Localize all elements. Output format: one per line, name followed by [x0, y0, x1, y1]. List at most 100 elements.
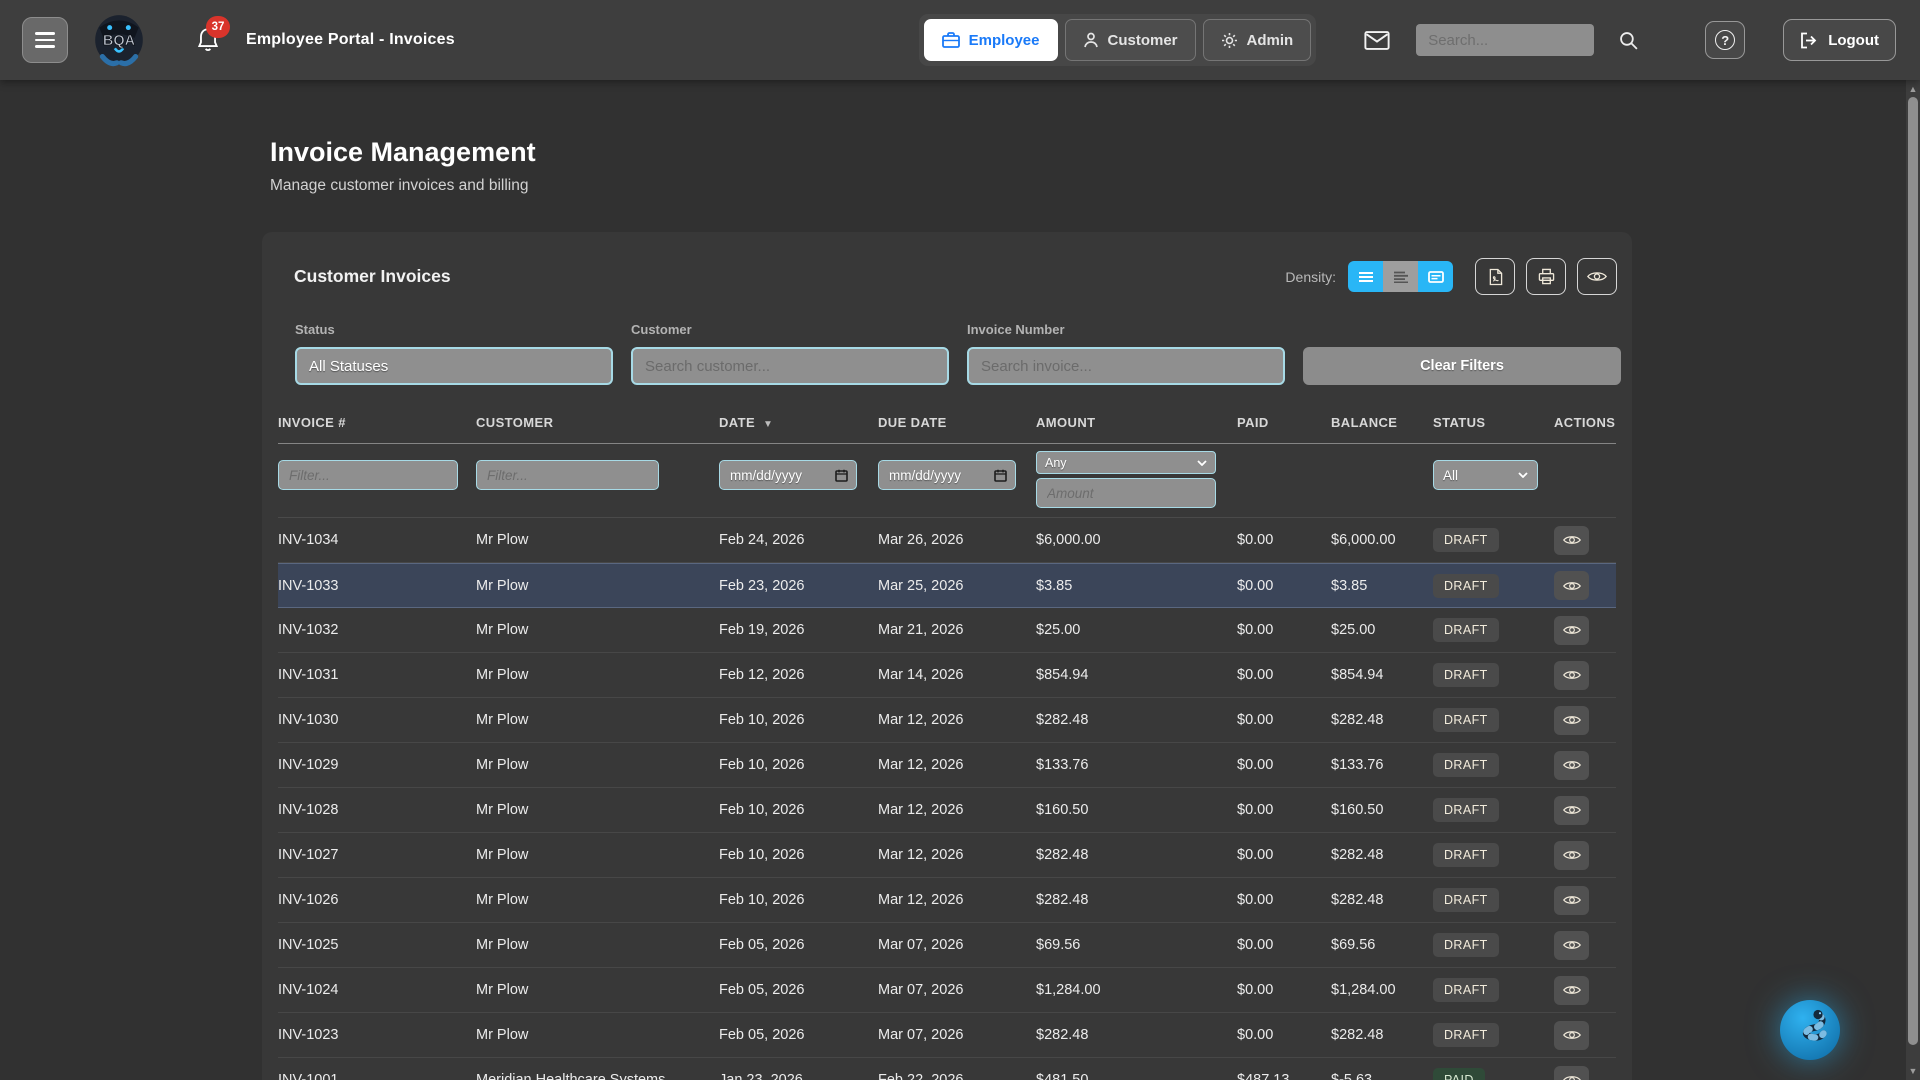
- status-badge: DRAFT: [1433, 933, 1499, 957]
- invoice-filter-label: Invoice Number: [967, 322, 1285, 337]
- invoice-filter-input[interactable]: [967, 347, 1285, 385]
- date-column-filter[interactable]: mm/dd/yyyy: [719, 460, 857, 490]
- invoice-row[interactable]: INV-1029Mr PlowFeb 10, 2026Mar 12, 2026$…: [278, 743, 1616, 788]
- view-invoice-button[interactable]: [1554, 886, 1589, 915]
- density-compact-button[interactable]: [1383, 261, 1418, 292]
- invoice-row[interactable]: INV-1027Mr PlowFeb 10, 2026Mar 12, 2026$…: [278, 833, 1616, 878]
- invoice-column-filter[interactable]: [278, 460, 458, 490]
- col-customer[interactable]: CUSTOMER: [476, 415, 719, 430]
- help-button[interactable]: ?: [1705, 21, 1745, 59]
- col-amount[interactable]: AMOUNT: [1036, 415, 1237, 430]
- balance-cell: $6,000.00: [1331, 532, 1433, 548]
- tab-customer[interactable]: Customer: [1065, 19, 1196, 61]
- search-icon[interactable]: [1618, 30, 1639, 51]
- tab-admin[interactable]: Admin: [1203, 19, 1312, 61]
- due-date-cell: Mar 12, 2026: [878, 802, 1036, 818]
- toggle-columns-button[interactable]: [1577, 258, 1617, 295]
- view-invoice-button[interactable]: [1554, 841, 1589, 870]
- invoice-row[interactable]: INV-1032Mr PlowFeb 19, 2026Mar 21, 2026$…: [278, 608, 1616, 653]
- eye-icon: [1563, 804, 1581, 816]
- amount-operator-select[interactable]: Any: [1036, 451, 1216, 474]
- eye-icon: [1563, 849, 1581, 861]
- view-invoice-button[interactable]: [1554, 616, 1589, 645]
- view-invoice-button[interactable]: [1554, 526, 1589, 555]
- invoice-row[interactable]: INV-1026Mr PlowFeb 10, 2026Mar 12, 2026$…: [278, 878, 1616, 923]
- due-date-column-filter[interactable]: mm/dd/yyyy: [878, 460, 1016, 490]
- customer-cell: Mr Plow: [476, 667, 719, 683]
- tab-customer-label: Customer: [1108, 32, 1178, 49]
- eye-icon: [1563, 714, 1581, 726]
- invoice-row[interactable]: INV-1030Mr PlowFeb 10, 2026Mar 12, 2026$…: [278, 698, 1616, 743]
- view-invoice-button[interactable]: [1554, 796, 1589, 825]
- invoice-row[interactable]: INV-1033Mr PlowFeb 23, 2026Mar 25, 2026$…: [278, 563, 1616, 608]
- col-date[interactable]: DATE▼: [719, 415, 878, 430]
- due-date-cell: Mar 25, 2026: [878, 578, 1036, 594]
- tab-employee[interactable]: Employee: [924, 19, 1058, 61]
- due-date-cell: Feb 22, 2026: [878, 1072, 1036, 1080]
- col-due-date[interactable]: DUE DATE: [878, 415, 1036, 430]
- clear-filters-button[interactable]: Clear Filters: [1303, 347, 1621, 385]
- paid-cell: $0.00: [1237, 847, 1331, 863]
- invoice-row[interactable]: INV-1024Mr PlowFeb 05, 2026Mar 07, 2026$…: [278, 968, 1616, 1013]
- eye-icon: [1563, 984, 1581, 996]
- amount-cell: $25.00: [1036, 622, 1237, 638]
- scrollbar-thumb[interactable]: [1908, 97, 1918, 1045]
- scrollbar-down-arrow[interactable]: ▼: [1906, 1064, 1920, 1078]
- invoice-row[interactable]: INV-1031Mr PlowFeb 12, 2026Mar 14, 2026$…: [278, 653, 1616, 698]
- view-invoice-button[interactable]: [1554, 751, 1589, 780]
- scrollbar-up-arrow[interactable]: ▲: [1906, 82, 1920, 96]
- date-cell: Feb 10, 2026: [719, 757, 878, 773]
- amount-cell: $1,284.00: [1036, 982, 1237, 998]
- customer-column-filter[interactable]: [476, 460, 659, 490]
- balance-cell: $282.48: [1331, 1027, 1433, 1043]
- logout-button[interactable]: Logout: [1783, 19, 1896, 61]
- mail-icon[interactable]: [1364, 31, 1390, 50]
- page-title: Invoice Management: [270, 137, 1640, 168]
- amount-column-filter[interactable]: [1036, 478, 1216, 508]
- paid-cell: $0.00: [1237, 622, 1331, 638]
- invoice-row[interactable]: INV-1025Mr PlowFeb 05, 2026Mar 07, 2026$…: [278, 923, 1616, 968]
- date-cell: Feb 10, 2026: [719, 847, 878, 863]
- invoice-number-cell: INV-1032: [278, 622, 476, 638]
- col-invoice[interactable]: INVOICE #: [278, 415, 476, 430]
- menu-icon[interactable]: [22, 17, 68, 63]
- assistant-fab[interactable]: [1779, 999, 1841, 1061]
- invoice-number-cell: INV-1034: [278, 532, 476, 548]
- view-invoice-button[interactable]: [1554, 571, 1589, 600]
- density-card-button[interactable]: [1418, 261, 1453, 292]
- paid-cell: $0.00: [1237, 532, 1331, 548]
- col-status[interactable]: STATUS: [1433, 415, 1554, 430]
- print-button[interactable]: [1526, 258, 1566, 295]
- view-invoice-button[interactable]: [1554, 931, 1589, 960]
- balance-cell: $69.56: [1331, 937, 1433, 953]
- view-invoice-button[interactable]: [1554, 1066, 1589, 1080]
- tab-employee-label: Employee: [969, 32, 1040, 49]
- notifications-bell[interactable]: 37: [196, 26, 222, 54]
- status-filter-select[interactable]: All Statuses: [295, 347, 613, 385]
- customer-filter-label: Customer: [631, 322, 949, 337]
- col-balance[interactable]: BALANCE: [1331, 415, 1433, 430]
- invoice-row[interactable]: INV-1023Mr PlowFeb 05, 2026Mar 07, 2026$…: [278, 1013, 1616, 1058]
- eye-icon: [1563, 580, 1581, 592]
- vertical-scrollbar[interactable]: ▲ ▼: [1906, 80, 1920, 1080]
- view-invoice-button[interactable]: [1554, 706, 1589, 735]
- col-actions: ACTIONS: [1554, 415, 1616, 430]
- view-invoice-button[interactable]: [1554, 1021, 1589, 1050]
- status-badge: DRAFT: [1433, 843, 1499, 867]
- amount-cell: $133.76: [1036, 757, 1237, 773]
- invoice-row[interactable]: INV-1028Mr PlowFeb 10, 2026Mar 12, 2026$…: [278, 788, 1616, 833]
- invoice-number-cell: INV-1027: [278, 847, 476, 863]
- invoice-row[interactable]: INV-1001Meridian Healthcare SystemsJan 2…: [278, 1058, 1616, 1080]
- export-pdf-button[interactable]: [1475, 258, 1515, 295]
- col-paid[interactable]: PAID: [1237, 415, 1331, 430]
- svg-text:BQA: BQA: [103, 33, 136, 49]
- balance-cell: $133.76: [1331, 757, 1433, 773]
- density-comfortable-button[interactable]: [1348, 261, 1383, 292]
- invoice-row[interactable]: INV-1034Mr PlowFeb 24, 2026Mar 26, 2026$…: [278, 518, 1616, 563]
- status-badge: DRAFT: [1433, 528, 1499, 552]
- customer-filter-input[interactable]: [631, 347, 949, 385]
- view-invoice-button[interactable]: [1554, 661, 1589, 690]
- status-column-filter[interactable]: All: [1433, 460, 1538, 490]
- search-input[interactable]: [1416, 24, 1594, 56]
- view-invoice-button[interactable]: [1554, 976, 1589, 1005]
